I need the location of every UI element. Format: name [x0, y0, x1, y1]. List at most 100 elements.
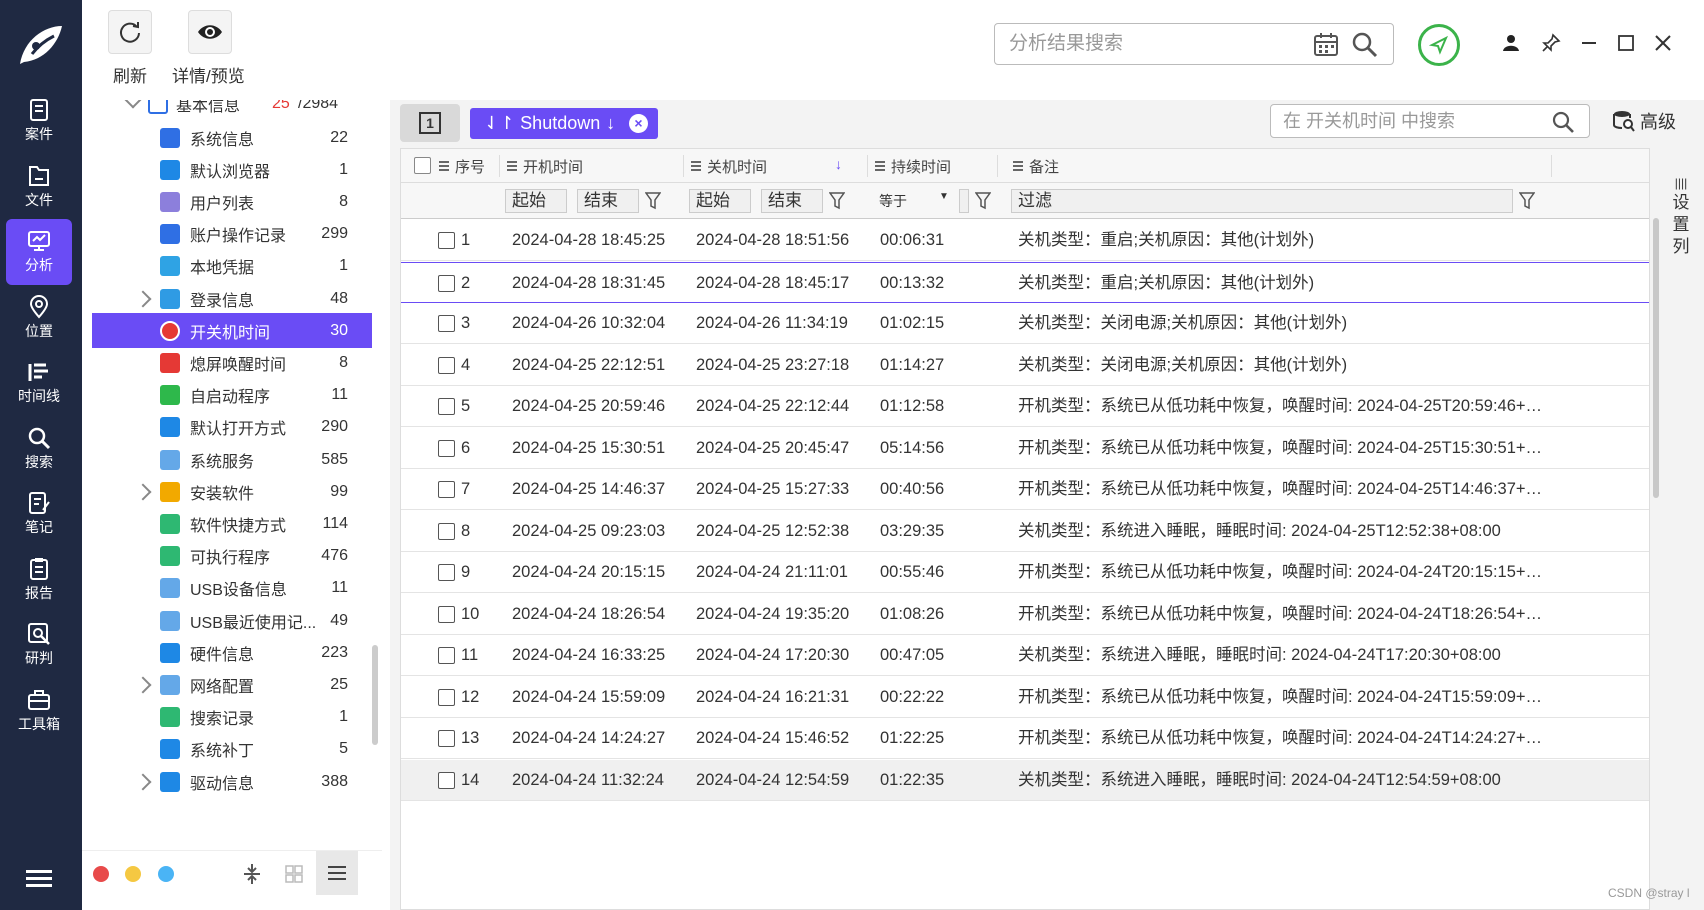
minimize-icon[interactable]: [1578, 32, 1600, 54]
tree-item[interactable]: 硬件信息 223: [92, 635, 372, 670]
row-checkbox[interactable]: [438, 522, 455, 540]
table-row[interactable]: 11 2024-04-24 16:33:25 2024-04-24 17:20:30…: [401, 635, 1649, 676]
tree-item[interactable]: 账户操作记录 299: [92, 217, 372, 252]
on-end-filter[interactable]: 结束: [577, 189, 639, 213]
row-checkbox[interactable]: [438, 232, 455, 249]
row-checkbox[interactable]: [438, 356, 455, 374]
filter-icon[interactable]: [645, 192, 661, 210]
tree-item[interactable]: 软件快捷方式 114: [92, 506, 372, 541]
tree-item[interactable]: 开关机时间 30: [92, 313, 372, 349]
filter-icon[interactable]: [1519, 192, 1535, 210]
table-row[interactable]: 4 2024-04-25 22:12:51 2024-04-25 23:27:18 0…: [401, 345, 1649, 386]
chevron-right-icon[interactable]: [134, 290, 152, 307]
note-text-filter[interactable]: 过滤: [1011, 189, 1513, 213]
nav-item-6[interactable]: 笔记: [6, 481, 72, 547]
duration-value-filter[interactable]: [959, 189, 969, 213]
row-checkbox[interactable]: [438, 564, 455, 581]
nav-item-9[interactable]: 工具箱: [6, 678, 72, 744]
col-header-duration[interactable]: 持续时间: [875, 149, 951, 183]
nav-item-1[interactable]: 文件: [6, 154, 72, 220]
nav-item-2[interactable]: 分析: [6, 219, 72, 285]
on-start-filter[interactable]: 起始: [505, 189, 567, 213]
row-checkbox[interactable]: [438, 481, 455, 498]
tree-item[interactable]: USB最近使用记... 49: [92, 603, 372, 638]
tree-item[interactable]: 可执行程序 476: [92, 539, 372, 574]
off-start-filter[interactable]: 起始: [689, 189, 751, 213]
chevron-right-icon[interactable]: [134, 676, 152, 694]
row-checkbox[interactable]: [438, 647, 455, 664]
chevron-right-icon[interactable]: [134, 483, 152, 501]
calendar-icon[interactable]: [1313, 32, 1339, 58]
col-header-index[interactable]: 序号: [439, 149, 485, 183]
filter-icon[interactable]: [829, 192, 845, 210]
table-row[interactable]: 13 2024-04-24 14:24:27 2024-04-24 15:46:52…: [401, 718, 1649, 759]
tree-item[interactable]: 搜索记录 1: [92, 700, 372, 735]
pin-icon[interactable]: [1540, 32, 1562, 54]
table-row[interactable]: 1 2024-04-28 18:45:25 2024-04-28 18:51:56 0…: [401, 220, 1649, 261]
hamburger-menu-icon[interactable]: [26, 870, 52, 890]
table-row[interactable]: 14 2024-04-24 11:32:24 2024-04-24 12:54:59…: [401, 759, 1649, 801]
grid-view-icon[interactable]: [285, 865, 303, 883]
search-icon[interactable]: [1351, 31, 1379, 59]
set-columns-button[interactable]: |||| 设置列: [1670, 176, 1692, 258]
row-checkbox[interactable]: [438, 730, 455, 747]
tree-item[interactable]: 系统服务 585: [92, 442, 372, 477]
table-row[interactable]: 2 2024-04-28 18:31:45 2024-04-28 18:45:17 0…: [401, 261, 1649, 303]
filter-icon[interactable]: [975, 192, 991, 210]
nav-item-7[interactable]: 报告: [6, 547, 72, 613]
tree-item[interactable]: 本地凭据 1: [92, 249, 372, 284]
table-row[interactable]: 6 2024-04-25 15:30:51 2024-04-25 20:45:47 0…: [401, 428, 1649, 469]
search-icon[interactable]: [1551, 110, 1575, 134]
row-checkbox[interactable]: [438, 439, 455, 457]
maximize-icon[interactable]: [1615, 32, 1637, 54]
result-tab[interactable]: 1: [400, 104, 460, 142]
collapse-icon[interactable]: [242, 863, 262, 885]
tree-scrollbar[interactable]: [372, 645, 378, 745]
nav-item-5[interactable]: 搜索: [6, 416, 72, 482]
table-row[interactable]: 8 2024-04-25 09:23:03 2024-04-25 12:52:38 0…: [401, 511, 1649, 552]
tree-item[interactable]: 熄屏唤醒时间 8: [92, 345, 372, 380]
column-search-input[interactable]: [1271, 105, 1531, 137]
chevron-right-icon[interactable]: [134, 773, 152, 790]
table-row[interactable]: 3 2024-04-26 10:32:04 2024-04-26 11:34:19 0…: [401, 303, 1649, 344]
table-row[interactable]: 7 2024-04-25 14:46:37 2024-04-25 15:27:33 0…: [401, 469, 1649, 510]
detail-preview-button[interactable]: 详情/预览: [172, 10, 245, 87]
duration-op-select[interactable]: 等于: [879, 191, 907, 211]
global-search-input[interactable]: [995, 24, 1295, 64]
nav-item-0[interactable]: 案件: [6, 88, 72, 154]
nav-item-4[interactable]: 时间线: [6, 350, 72, 416]
tree-item-basic-info[interactable]: 基本信息 25 /2984: [92, 100, 372, 121]
blue-dot-button[interactable]: [158, 866, 174, 882]
tree-item[interactable]: 默认打开方式 290: [92, 410, 372, 445]
row-checkbox[interactable]: [438, 605, 455, 623]
tree-item[interactable]: 系统补丁 5: [92, 732, 372, 767]
send-button[interactable]: [1418, 24, 1460, 66]
tree-item[interactable]: 自启动程序 11: [92, 378, 372, 413]
tree-item[interactable]: 安装软件 99: [92, 474, 372, 509]
table-row[interactable]: 10 2024-04-24 18:26:54 2024-04-24 19:35:20…: [401, 594, 1649, 635]
tree-item[interactable]: 网络配置 25: [92, 667, 372, 702]
red-dot-button[interactable]: [93, 866, 109, 882]
col-header-power-on[interactable]: 开机时间: [507, 149, 583, 183]
yellow-dot-button[interactable]: [125, 866, 141, 882]
tree-item[interactable]: USB设备信息 11: [92, 571, 372, 606]
select-all-checkbox[interactable]: [414, 157, 431, 174]
col-header-power-off[interactable]: 关机时间: [691, 149, 767, 183]
advanced-search-button[interactable]: 高级: [1612, 108, 1676, 134]
row-checkbox[interactable]: [438, 315, 455, 332]
tree-item[interactable]: 默认浏览器 1: [92, 152, 372, 187]
chevron-down-icon[interactable]: [124, 100, 142, 109]
tree-item[interactable]: 用户列表 8: [92, 184, 372, 219]
tree-item[interactable]: 系统信息 22: [92, 120, 372, 155]
tree-item[interactable]: 登录信息 48: [92, 281, 372, 316]
dropdown-arrow-icon[interactable]: ▼: [939, 191, 949, 202]
row-checkbox[interactable]: [438, 398, 455, 415]
nav-item-3[interactable]: 位置: [6, 285, 72, 351]
remove-filter-icon[interactable]: ×: [629, 114, 648, 133]
close-icon[interactable]: [1652, 32, 1674, 54]
table-row[interactable]: 9 2024-04-24 20:15:15 2024-04-24 21:11:01 0…: [401, 552, 1649, 593]
table-row[interactable]: 12 2024-04-24 15:59:09 2024-04-24 16:21:31…: [401, 677, 1649, 718]
table-row[interactable]: 5 2024-04-25 20:59:46 2024-04-25 22:12:44 0…: [401, 386, 1649, 427]
row-checkbox[interactable]: [438, 688, 455, 706]
filter-chip[interactable]: ⇃↾ Shutdown ↓ ×: [470, 108, 658, 139]
